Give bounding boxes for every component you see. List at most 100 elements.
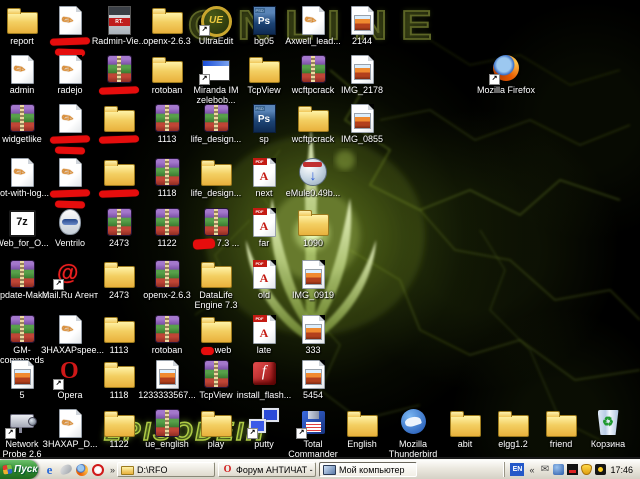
desktop-icon[interactable]: eMule0.49b... <box>289 155 337 198</box>
language-indicator[interactable]: EN <box>510 463 524 476</box>
desktop-icon[interactable]: openx-2.6.3 <box>143 3 191 46</box>
desktop-icon[interactable]: ↗Miranda IM zelebob... <box>192 52 240 105</box>
desktop-icon[interactable]: ЗНАХАР_D... <box>46 406 94 449</box>
desktop-icon[interactable] <box>95 155 143 198</box>
desktop-icon[interactable]: TcpView <box>192 357 240 400</box>
desktop-icon[interactable]: web <box>192 312 240 355</box>
desktop-icon[interactable] <box>46 3 94 56</box>
desktop-icon[interactable]: admin <box>0 52 46 95</box>
desktop-icon[interactable]: 2473 <box>95 205 143 248</box>
desktop-icon[interactable]: PDFold <box>240 257 288 300</box>
desktop-icon[interactable]: 333 <box>289 312 337 355</box>
desktop-icon[interactable]: ЗНАХАРspee... <box>46 312 94 355</box>
desktop-icon-label-text: Opera <box>57 390 82 400</box>
desktop-icon[interactable]: 1233333567... <box>143 357 191 400</box>
desktop-icon[interactable]: friend <box>537 406 585 449</box>
folder-icon <box>103 406 135 438</box>
desktop-icon[interactable]: PDFnext <box>240 155 288 198</box>
desktop-icon[interactable]: report <box>0 3 46 46</box>
desktop-icon[interactable]: Ventrilo <box>46 205 94 248</box>
desktop-icon[interactable]: Radmin-Vie... <box>95 3 143 46</box>
desktop-icon[interactable]: play <box>192 406 240 449</box>
desktop-icon[interactable]: 1113 <box>143 101 191 144</box>
desktop-icon[interactable]: life_design... <box>192 155 240 198</box>
desktop-icon[interactable]: ↗Network Probe 2.6 <box>0 406 46 459</box>
desktop-icon[interactable]: 1118 <box>143 155 191 198</box>
taskbar: Пуск e » D:\RFOOФорум АНТИЧАТ - Скри...М… <box>0 459 640 479</box>
desktop-icon[interactable]: 2144 <box>338 3 386 46</box>
mail-envelope-icon[interactable]: ✉ <box>539 464 550 475</box>
app-status-icon[interactable] <box>567 464 578 475</box>
desktop-icon[interactable]: ↗Mozilla Firefox <box>482 52 530 95</box>
desktop-icon[interactable]: 1090 <box>289 205 337 248</box>
rar-icon <box>6 257 38 289</box>
folder-icon <box>103 155 135 187</box>
psd-icon <box>248 101 280 133</box>
desktop-icon[interactable]: ↗UltraEdit <box>192 3 240 46</box>
desktop-icon[interactable] <box>95 101 143 144</box>
desktop-icon[interactable]: Mozilla Thunderbird <box>389 406 437 459</box>
internet-explorer-icon[interactable]: e <box>43 463 56 476</box>
desktop-icon[interactable] <box>95 52 143 95</box>
desktop-icon[interactable]: elgg1.2 <box>489 406 537 449</box>
quick-launch-overflow-chevron[interactable]: » <box>108 465 117 475</box>
desktop-icon[interactable]: radejo <box>46 52 94 95</box>
dove-icon[interactable] <box>59 463 72 476</box>
firefox-icon-glyph <box>76 464 88 476</box>
desktop-icon[interactable]: PDFfar <box>240 205 288 248</box>
desktop-icon[interactable]: ue_english <box>143 406 191 449</box>
desktop-icon[interactable]: IMG_0855 <box>338 101 386 144</box>
red-scribble <box>201 347 214 355</box>
desktop-icon[interactable]: abit <box>441 406 489 449</box>
desktop-icon[interactable]: install_flash... <box>240 357 288 400</box>
firefox-icon[interactable] <box>75 463 88 476</box>
desktop-icon[interactable]: Update-Maker <box>0 257 46 300</box>
desktop-icon[interactable]: 1118 <box>95 357 143 400</box>
desktop-icon[interactable]: English <box>338 406 386 449</box>
pdf-band: PDF <box>253 208 267 215</box>
desktop-icon[interactable]: bot-with-log... <box>0 155 46 198</box>
mailru-icon: ↗ <box>54 257 86 289</box>
desktop-icon[interactable]: 7.3 ... <box>192 205 240 249</box>
desktop-icon[interactable]: wcftpcrack <box>289 52 337 95</box>
desktop-icon[interactable]: Корзина <box>584 406 632 449</box>
start-button[interactable]: Пуск <box>0 460 38 479</box>
desktop-icon[interactable]: rotoban <box>143 52 191 95</box>
folder-icon <box>449 406 481 438</box>
desktop-icon[interactable]: IMG_0919 <box>289 257 337 300</box>
desktop-icon[interactable]: 2473 <box>95 257 143 300</box>
desktop-icon[interactable]: Axwell_lead... <box>289 3 337 46</box>
desktop-icon[interactable]: openx-2.6.3 <box>143 257 191 300</box>
desktop-icon[interactable]: life_design... <box>192 101 240 144</box>
desktop-icon[interactable]: Web_for_O... <box>0 205 46 248</box>
desktop-icon[interactable]: ↗Total Commander <box>289 406 337 459</box>
desktop-icon[interactable]: 1122 <box>143 205 191 248</box>
desktop-icon[interactable]: DataLife Engine 7.3 <box>192 257 240 310</box>
desktop-icon[interactable]: rotoban <box>143 312 191 355</box>
security-shield-icon[interactable] <box>581 464 592 475</box>
desktop-icon[interactable] <box>46 155 94 208</box>
desktop-icon[interactable]: IMG_2178 <box>338 52 386 95</box>
desktop-icon[interactable]: ↗Opera <box>46 357 94 400</box>
desktop-icon[interactable]: 1122 <box>95 406 143 449</box>
messenger-icon[interactable] <box>553 464 564 475</box>
task-button[interactable]: OФорум АНТИЧАТ - Скри... <box>218 462 316 477</box>
desktop-icon[interactable]: 1113 <box>95 312 143 355</box>
desktop-icon[interactable]: TcpView <box>240 52 288 95</box>
desktop-icon[interactable]: 5454 <box>289 357 337 400</box>
opera-icon[interactable] <box>91 463 104 476</box>
desktop-icon[interactable]: wcftpcrack <box>289 101 337 144</box>
tray-collapse-chevron[interactable]: « <box>527 465 536 475</box>
desktop-icon[interactable]: ↗putty <box>240 406 288 449</box>
desktop-icon[interactable]: widgetlike <box>0 101 46 144</box>
task-button[interactable]: Мой компьютер <box>319 462 417 477</box>
desktop-icon[interactable]: sp <box>240 101 288 144</box>
task-button[interactable]: D:\RFO <box>117 462 215 477</box>
desktop-icon[interactable]: 5 <box>0 357 46 400</box>
desktop-icon[interactable]: PDFlate <box>240 312 288 355</box>
desktop-icon[interactable]: bg05 <box>240 3 288 46</box>
desktop-icon[interactable]: ↗Mail.Ru Агент <box>46 257 94 300</box>
desktop-icon-label-text: widgetlike <box>2 134 42 144</box>
icq-offline-icon[interactable] <box>595 464 606 475</box>
desktop-icon[interactable] <box>46 101 94 154</box>
